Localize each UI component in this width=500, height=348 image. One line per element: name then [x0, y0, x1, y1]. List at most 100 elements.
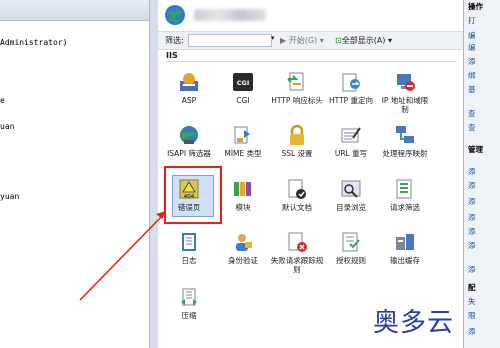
action-item[interactable]: 绑 — [468, 70, 476, 81]
action-item[interactable]: 基 — [468, 84, 476, 95]
feature-label: 授权规则 — [336, 256, 366, 265]
feature-authorization-rules[interactable]: 授权规则 — [324, 231, 378, 265]
tree-node-yuan[interactable]: yuan — [0, 192, 19, 201]
feature-label: CGI — [236, 96, 250, 105]
feature-logging[interactable]: 日志 — [162, 231, 216, 265]
blurred-site-name — [194, 9, 266, 21]
isapi-filter-icon — [180, 126, 198, 144]
feature-label: ISAPI 筛选器 — [167, 149, 211, 158]
tree-node-administrator[interactable]: Administrator) — [0, 38, 67, 47]
action-item[interactable]: 添 — [468, 240, 476, 251]
mime-type-icon — [234, 126, 250, 144]
action-item[interactable]: 添 — [468, 264, 476, 275]
action-item[interactable]: 添 — [468, 226, 476, 237]
features-view-pane: 筛选: ▾ ▶ 开始(G) ▾ ⊡全部显示(A) ▾ IIS ASP CGI C… — [158, 0, 463, 348]
modules-icon — [234, 182, 251, 196]
site-title-bar — [158, 0, 463, 30]
feature-label: HTTP 响应标头 — [271, 96, 323, 105]
tree-node-uan[interactable]: uan — [0, 122, 14, 131]
action-item[interactable]: 添 — [468, 180, 476, 191]
show-all-button[interactable]: ⊡全部显示(A) ▾ — [335, 35, 392, 46]
feature-isapi-filters[interactable]: ISAPI 筛选器 — [162, 124, 216, 158]
watermark-text: 奥多云 — [373, 308, 455, 338]
feature-ssl-settings[interactable]: SSL 设置 — [270, 124, 324, 158]
feature-mime-types[interactable]: MIME 类型 — [216, 124, 270, 158]
ssl-lock-icon — [290, 124, 304, 145]
handler-mappings-icon — [396, 126, 414, 143]
feature-label: 默认文档 — [282, 203, 312, 212]
actions-config-header: 配 — [468, 283, 476, 292]
output-cache-icon — [396, 234, 414, 250]
failed-request-tracing-icon — [288, 232, 307, 252]
show-all-icon: ⊡ — [335, 36, 342, 45]
action-item[interactable]: 添 — [468, 212, 476, 223]
feature-label: 请求筛选 — [390, 203, 420, 212]
action-item[interactable]: 失 — [468, 296, 476, 307]
feature-handler-mappings[interactable]: 处理程序映射 — [378, 124, 432, 158]
logging-icon — [182, 233, 196, 251]
feature-directory-browsing[interactable]: 目录浏览 — [324, 178, 378, 212]
feature-label: HTTP 重定向 — [328, 96, 374, 105]
authentication-icon — [236, 234, 252, 251]
svg-text:CGI: CGI — [237, 79, 250, 87]
action-item[interactable]: 添 — [468, 196, 476, 207]
feature-http-redirect[interactable]: HTTP 重定向 — [324, 71, 378, 105]
action-item[interactable]: 添 — [468, 326, 476, 337]
http-redirect-icon — [342, 73, 360, 92]
start-icon: ▶ — [280, 36, 287, 45]
feature-http-headers[interactable]: HTTP 响应标头 — [270, 71, 324, 105]
url-rewrite-icon — [341, 127, 361, 143]
actions-header: 操作 — [468, 2, 483, 11]
feature-failed-request-tracing[interactable]: 失败请求跟踪规则 — [270, 231, 324, 274]
feature-url-rewrite[interactable]: URL 重写 — [324, 124, 378, 158]
feature-label: 目录浏览 — [336, 203, 366, 212]
authorization-rules-icon — [342, 232, 360, 252]
section-divider — [166, 61, 457, 62]
feature-label: SSL 设置 — [281, 149, 313, 158]
feature-cgi[interactable]: CGI CGI — [216, 71, 270, 105]
filter-input[interactable] — [188, 34, 272, 47]
error-pages-highlight-box — [164, 166, 222, 224]
feature-label: URL 重写 — [334, 149, 368, 158]
ip-domain-restrict-icon — [397, 74, 415, 91]
feature-label: 处理程序映射 — [382, 149, 428, 158]
filter-label: 筛选: — [165, 36, 184, 45]
connections-tree-pane: Administrator) e uan yuan — [0, 0, 150, 348]
directory-browse-icon — [341, 180, 361, 198]
action-item[interactable]: 编 — [468, 42, 476, 53]
cgi-icon: CGI — [233, 73, 253, 91]
feature-compression[interactable]: 压缩 — [162, 286, 216, 320]
feature-label: 失败请求跟踪规则 — [270, 256, 324, 274]
asp-icon — [180, 73, 198, 91]
show-all-label: 全部显示(A) — [341, 36, 386, 45]
pane-splitter[interactable] — [150, 0, 158, 348]
feature-asp[interactable]: ASP — [162, 71, 216, 105]
start-label: 开始(G) — [288, 36, 318, 45]
filter-toolbar: 筛选: ▾ ▶ 开始(G) ▾ ⊡全部显示(A) ▾ — [158, 31, 463, 50]
action-item[interactable]: 编 — [468, 30, 476, 41]
feature-authentication[interactable]: 身份验证 — [216, 231, 270, 265]
actions-pane: 操作 打 编 编 添 绑 基 查 查 管理 添 添 添 添 添 添 添 配 失 … — [463, 0, 500, 348]
action-item[interactable]: 限 — [468, 310, 476, 321]
feature-output-caching[interactable]: 输出缓存 — [378, 231, 432, 265]
action-item[interactable]: 查 — [468, 108, 476, 119]
iis-section-header: IIS — [166, 51, 178, 60]
tree-header — [0, 0, 149, 21]
action-item[interactable]: 查 — [468, 122, 476, 133]
start-filter-button[interactable]: ▶ 开始(G) ▾ — [280, 35, 324, 46]
feature-default-document[interactable]: 默认文档 — [270, 178, 324, 212]
feature-request-filtering[interactable]: 请求筛选 — [378, 178, 432, 212]
tree-node-e[interactable]: e — [0, 96, 5, 105]
action-item[interactable]: 添 — [468, 166, 476, 177]
feature-modules[interactable]: 模块 — [216, 178, 270, 212]
action-item[interactable]: 添 — [468, 56, 476, 67]
action-item[interactable]: 打 — [468, 15, 476, 26]
feature-label: 身份验证 — [228, 256, 258, 265]
feature-label: 输出缓存 — [390, 256, 420, 265]
default-document-icon — [288, 179, 306, 199]
feature-label: IP 地址和域限制 — [381, 96, 429, 114]
feature-label: 压缩 — [181, 311, 197, 320]
feature-ip-domain-restrictions[interactable]: IP 地址和域限制 — [378, 71, 432, 114]
filter-dropdown-icon[interactable]: ▾ — [271, 34, 275, 42]
feature-label: 日志 — [181, 256, 197, 265]
